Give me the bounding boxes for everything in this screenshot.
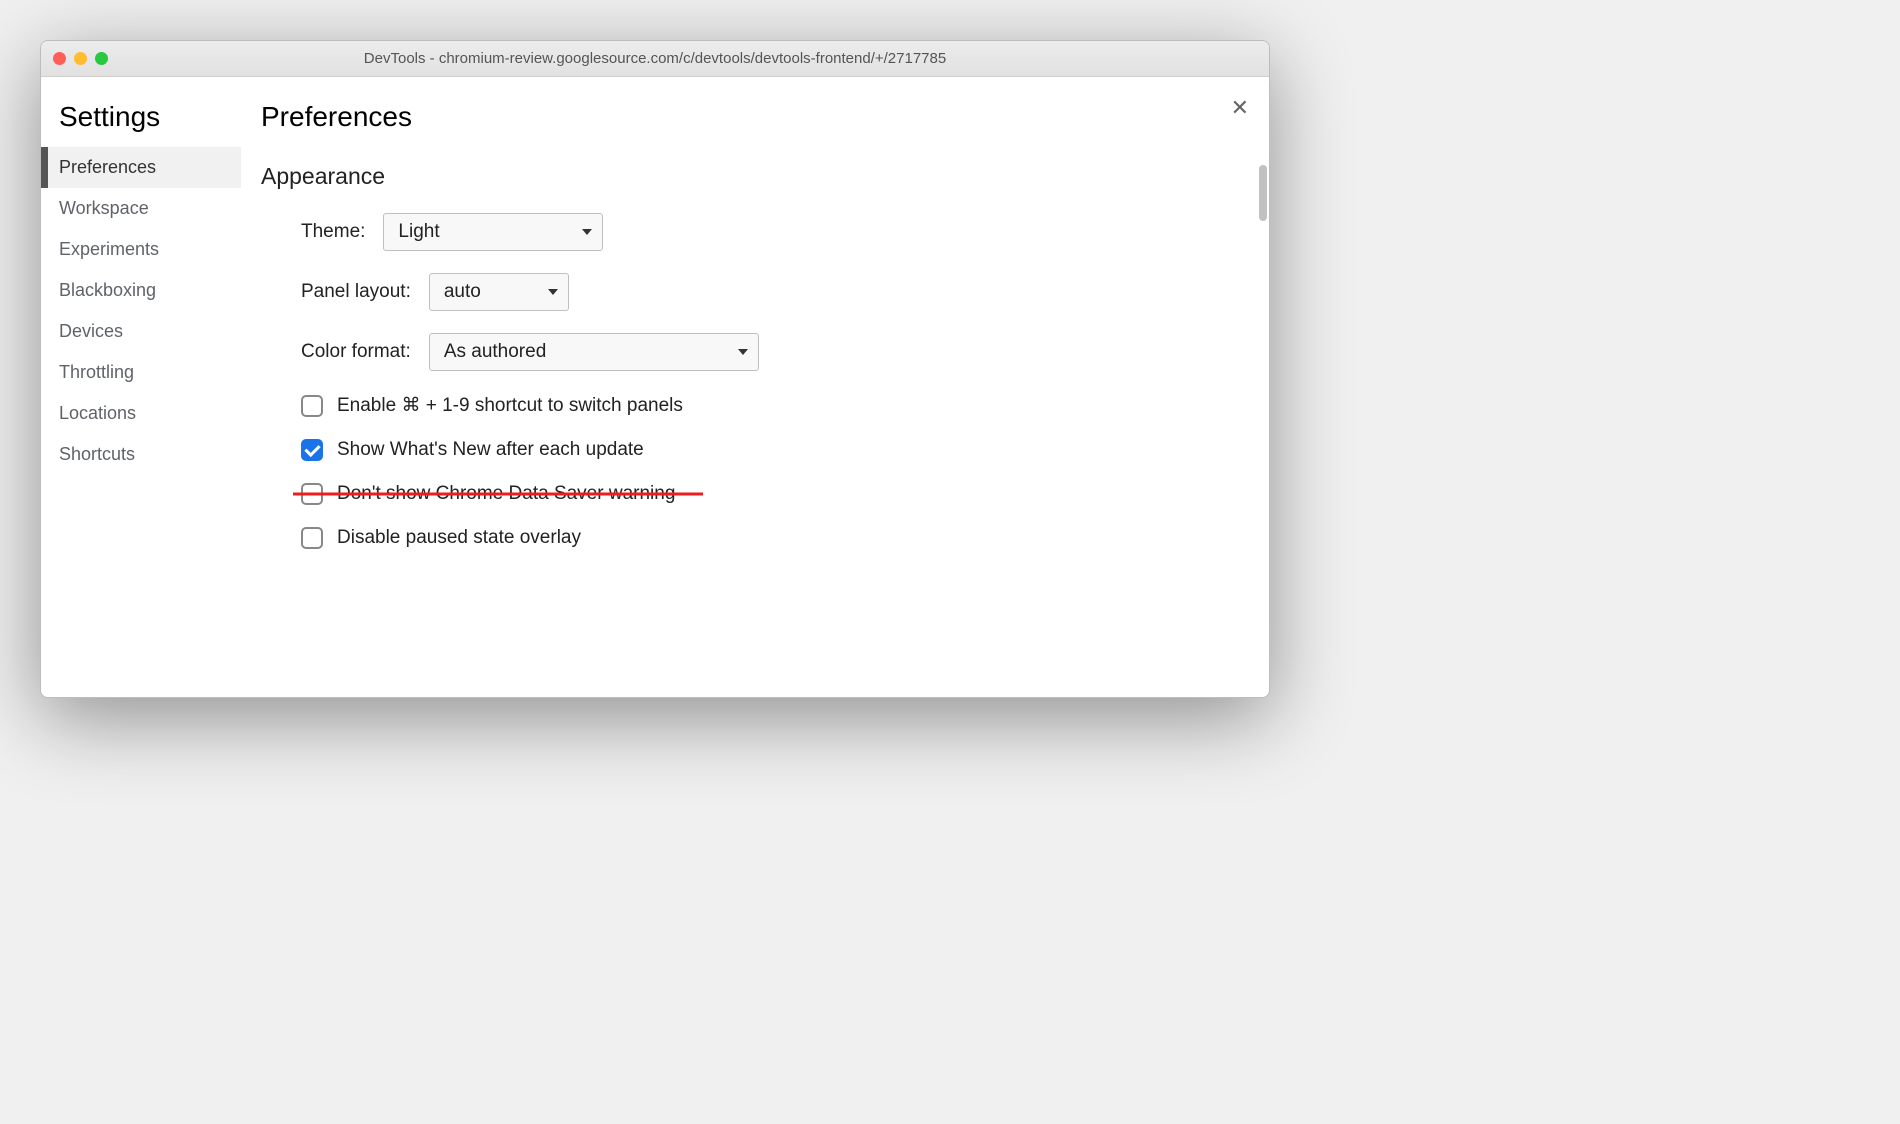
select-value: Light: [398, 221, 439, 243]
checkbox[interactable]: [301, 395, 323, 417]
sidebar-item-shortcuts[interactable]: Shortcuts: [41, 434, 241, 475]
page-title: Preferences: [261, 101, 1239, 133]
settings-content: ✕ Settings PreferencesWorkspaceExperimen…: [41, 77, 1269, 697]
checkbox[interactable]: [301, 439, 323, 461]
sidebar-item-locations[interactable]: Locations: [41, 393, 241, 434]
sidebar-item-preferences[interactable]: Preferences: [41, 147, 241, 188]
close-window-button[interactable]: [53, 52, 66, 65]
maximize-window-button[interactable]: [95, 52, 108, 65]
checkbox[interactable]: [301, 527, 323, 549]
window-titlebar: DevTools - chromium-review.googlesource.…: [41, 41, 1269, 77]
checkbox-row: Show What's New after each update: [301, 439, 1239, 461]
settings-sidebar: Settings PreferencesWorkspaceExperiments…: [41, 77, 241, 697]
select-theme[interactable]: Light: [383, 213, 603, 251]
chevron-down-icon: [582, 229, 592, 235]
checkbox-label: Disable paused state overlay: [337, 527, 581, 549]
section-title: Appearance: [261, 163, 1239, 190]
chevron-down-icon: [548, 289, 558, 295]
sidebar-item-experiments[interactable]: Experiments: [41, 229, 241, 270]
sidebar-item-devices[interactable]: Devices: [41, 311, 241, 352]
traffic-lights: [53, 52, 108, 65]
select-color-format[interactable]: As authored: [429, 333, 759, 371]
select-value: As authored: [444, 341, 546, 363]
scrollbar-thumb[interactable]: [1259, 165, 1267, 221]
select-label: Color format:: [301, 341, 411, 363]
form-row: Color format: As authored: [301, 334, 1239, 370]
select-label: Theme:: [301, 221, 365, 243]
devtools-settings-window: DevTools - chromium-review.googlesource.…: [40, 40, 1270, 698]
form-row: Theme: Light: [301, 214, 1239, 250]
select-panel-layout[interactable]: auto: [429, 273, 569, 311]
window-title: DevTools - chromium-review.googlesource.…: [364, 50, 946, 67]
settings-main: Preferences Appearance Theme: Light Panel …: [241, 77, 1269, 697]
checkbox-label: Show What's New after each update: [337, 439, 644, 461]
select-label: Panel layout:: [301, 281, 411, 303]
strikethrough-annotation: [293, 493, 703, 496]
sidebar-item-workspace[interactable]: Workspace: [41, 188, 241, 229]
sidebar-item-throttling[interactable]: Throttling: [41, 352, 241, 393]
select-value: auto: [444, 281, 481, 303]
form-row: Panel layout: auto: [301, 274, 1239, 310]
sidebar-item-blackboxing[interactable]: Blackboxing: [41, 270, 241, 311]
chevron-down-icon: [738, 349, 748, 355]
sidebar-title: Settings: [41, 101, 241, 147]
checkbox-row: Disable paused state overlay: [301, 527, 1239, 549]
checkbox-label: Enable ⌘ + 1-9 shortcut to switch panels: [337, 394, 683, 417]
checkbox-row: Enable ⌘ + 1-9 shortcut to switch panels: [301, 394, 1239, 417]
minimize-window-button[interactable]: [74, 52, 87, 65]
checkbox-row: Don't show Chrome Data Saver warning: [301, 483, 1239, 505]
